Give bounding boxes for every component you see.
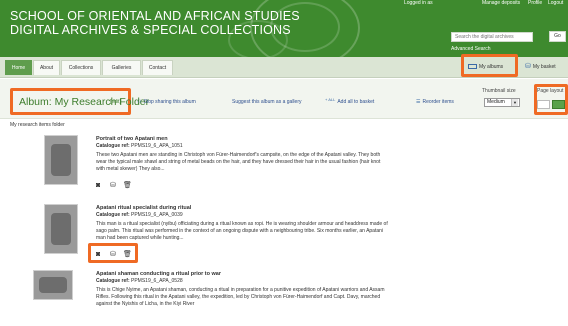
item-description: These two Apatani men are standing in Ch… [96, 152, 381, 172]
catalogue-ref-value: PPMS19_6_APA_1051 [131, 143, 183, 149]
tab-contact[interactable]: Contact [142, 60, 173, 75]
highlight-callout [88, 243, 138, 263]
trash-icon[interactable]: 🗑 [123, 181, 132, 190]
site-title-line2: DIGITAL ARCHIVES & SPECIAL COLLECTIONS [10, 23, 291, 37]
catalogue-ref-label: Catalogue ref: [96, 278, 130, 284]
profile-link[interactable]: Profile [528, 0, 542, 6]
tab-collections[interactable]: Collections [61, 60, 101, 75]
search-go-button[interactable]: Go [549, 31, 566, 42]
item-title[interactable]: Portrait of two Apatani men [96, 136, 168, 142]
item-title[interactable]: Apatani shaman conducting a ritual prior… [96, 271, 221, 277]
logged-in-text: Logged in as [404, 0, 433, 6]
share-icon: ⚇ [137, 99, 142, 105]
item-thumbnail[interactable] [44, 204, 78, 254]
reorder-items-label: Reorder items [422, 99, 454, 105]
catalogue-ref: Catalogue ref: PPMS19_6_APA_0039 [96, 212, 183, 218]
add-all-basket-label: Add all to basket [337, 99, 375, 105]
stop-sharing-link[interactable]: ⚇ Stop sharing this album [137, 99, 196, 105]
site-header: SCHOOL OF ORIENTAL AND AFRICAN STUDIES D… [0, 0, 568, 57]
site-title-line1: SCHOOL OF ORIENTAL AND AFRICAN STUDIES [10, 9, 300, 23]
site-logo-title[interactable]: SCHOOL OF ORIENTAL AND AFRICAN STUDIES D… [10, 9, 300, 37]
thumbnail-size-label: Thumbnail size [482, 88, 516, 94]
basket-icon[interactable]: ⛁ [110, 181, 116, 190]
tab-home[interactable]: Home [5, 60, 32, 75]
reorder-items-link[interactable]: ☰ Reorder items [416, 99, 454, 105]
catalogue-ref-label: Catalogue ref: [96, 212, 130, 218]
thumbnail-size-select[interactable]: Medium ▼ [484, 98, 520, 107]
logout-link[interactable]: Logout [548, 0, 563, 6]
highlight-callout [534, 84, 568, 115]
add-all-basket-link[interactable]: + ALL Add all to basket [325, 97, 375, 105]
catalogue-ref-label: Catalogue ref: [96, 143, 130, 149]
edit-album-link[interactable]: [edit] [110, 99, 121, 105]
camera-icon[interactable]: ◙ [96, 181, 100, 190]
chevron-down-icon: ▼ [511, 99, 518, 106]
my-basket-link[interactable]: ⛁ My basket [525, 57, 556, 77]
tab-about[interactable]: About [33, 60, 60, 75]
manage-deposits-link[interactable]: Manage deposits [482, 0, 520, 6]
reorder-icon: ☰ [416, 99, 421, 105]
catalogue-ref-value: PPMS19_6_APA_0528 [131, 278, 183, 284]
basket-icon: ⛁ [525, 63, 531, 70]
item-description: This man is a ritual specialist (nyibu) … [96, 221, 388, 241]
search-input[interactable] [451, 32, 533, 42]
catalogue-ref: Catalogue ref: PPMS19_6_APA_1051 [96, 143, 183, 149]
album-title: Album: My Research Folder [19, 96, 150, 108]
folder-description: My research items folder [10, 122, 65, 128]
add-all-icon: + ALL [325, 97, 336, 102]
advanced-search-link[interactable]: Advanced Search [451, 46, 490, 52]
item-title[interactable]: Apatani ritual specialist during ritual [96, 205, 191, 211]
tab-galleries[interactable]: Galleries [102, 60, 141, 75]
my-basket-label: My basket [532, 64, 556, 70]
item-thumbnail[interactable] [44, 135, 78, 185]
item-description: This is Chige Nyime, an Apatani shaman, … [96, 287, 385, 307]
suggest-gallery-link[interactable]: Suggest this album as a gallery [232, 99, 301, 105]
catalogue-ref: Catalogue ref: PPMS19_6_APA_0528 [96, 278, 183, 284]
highlight-callout [461, 54, 518, 77]
item-thumbnail[interactable] [33, 270, 73, 300]
catalogue-ref-value: PPMS19_6_APA_0039 [131, 212, 183, 218]
stop-sharing-label: Stop sharing this album [143, 99, 196, 105]
thumbnail-size-value: Medium [487, 99, 505, 105]
